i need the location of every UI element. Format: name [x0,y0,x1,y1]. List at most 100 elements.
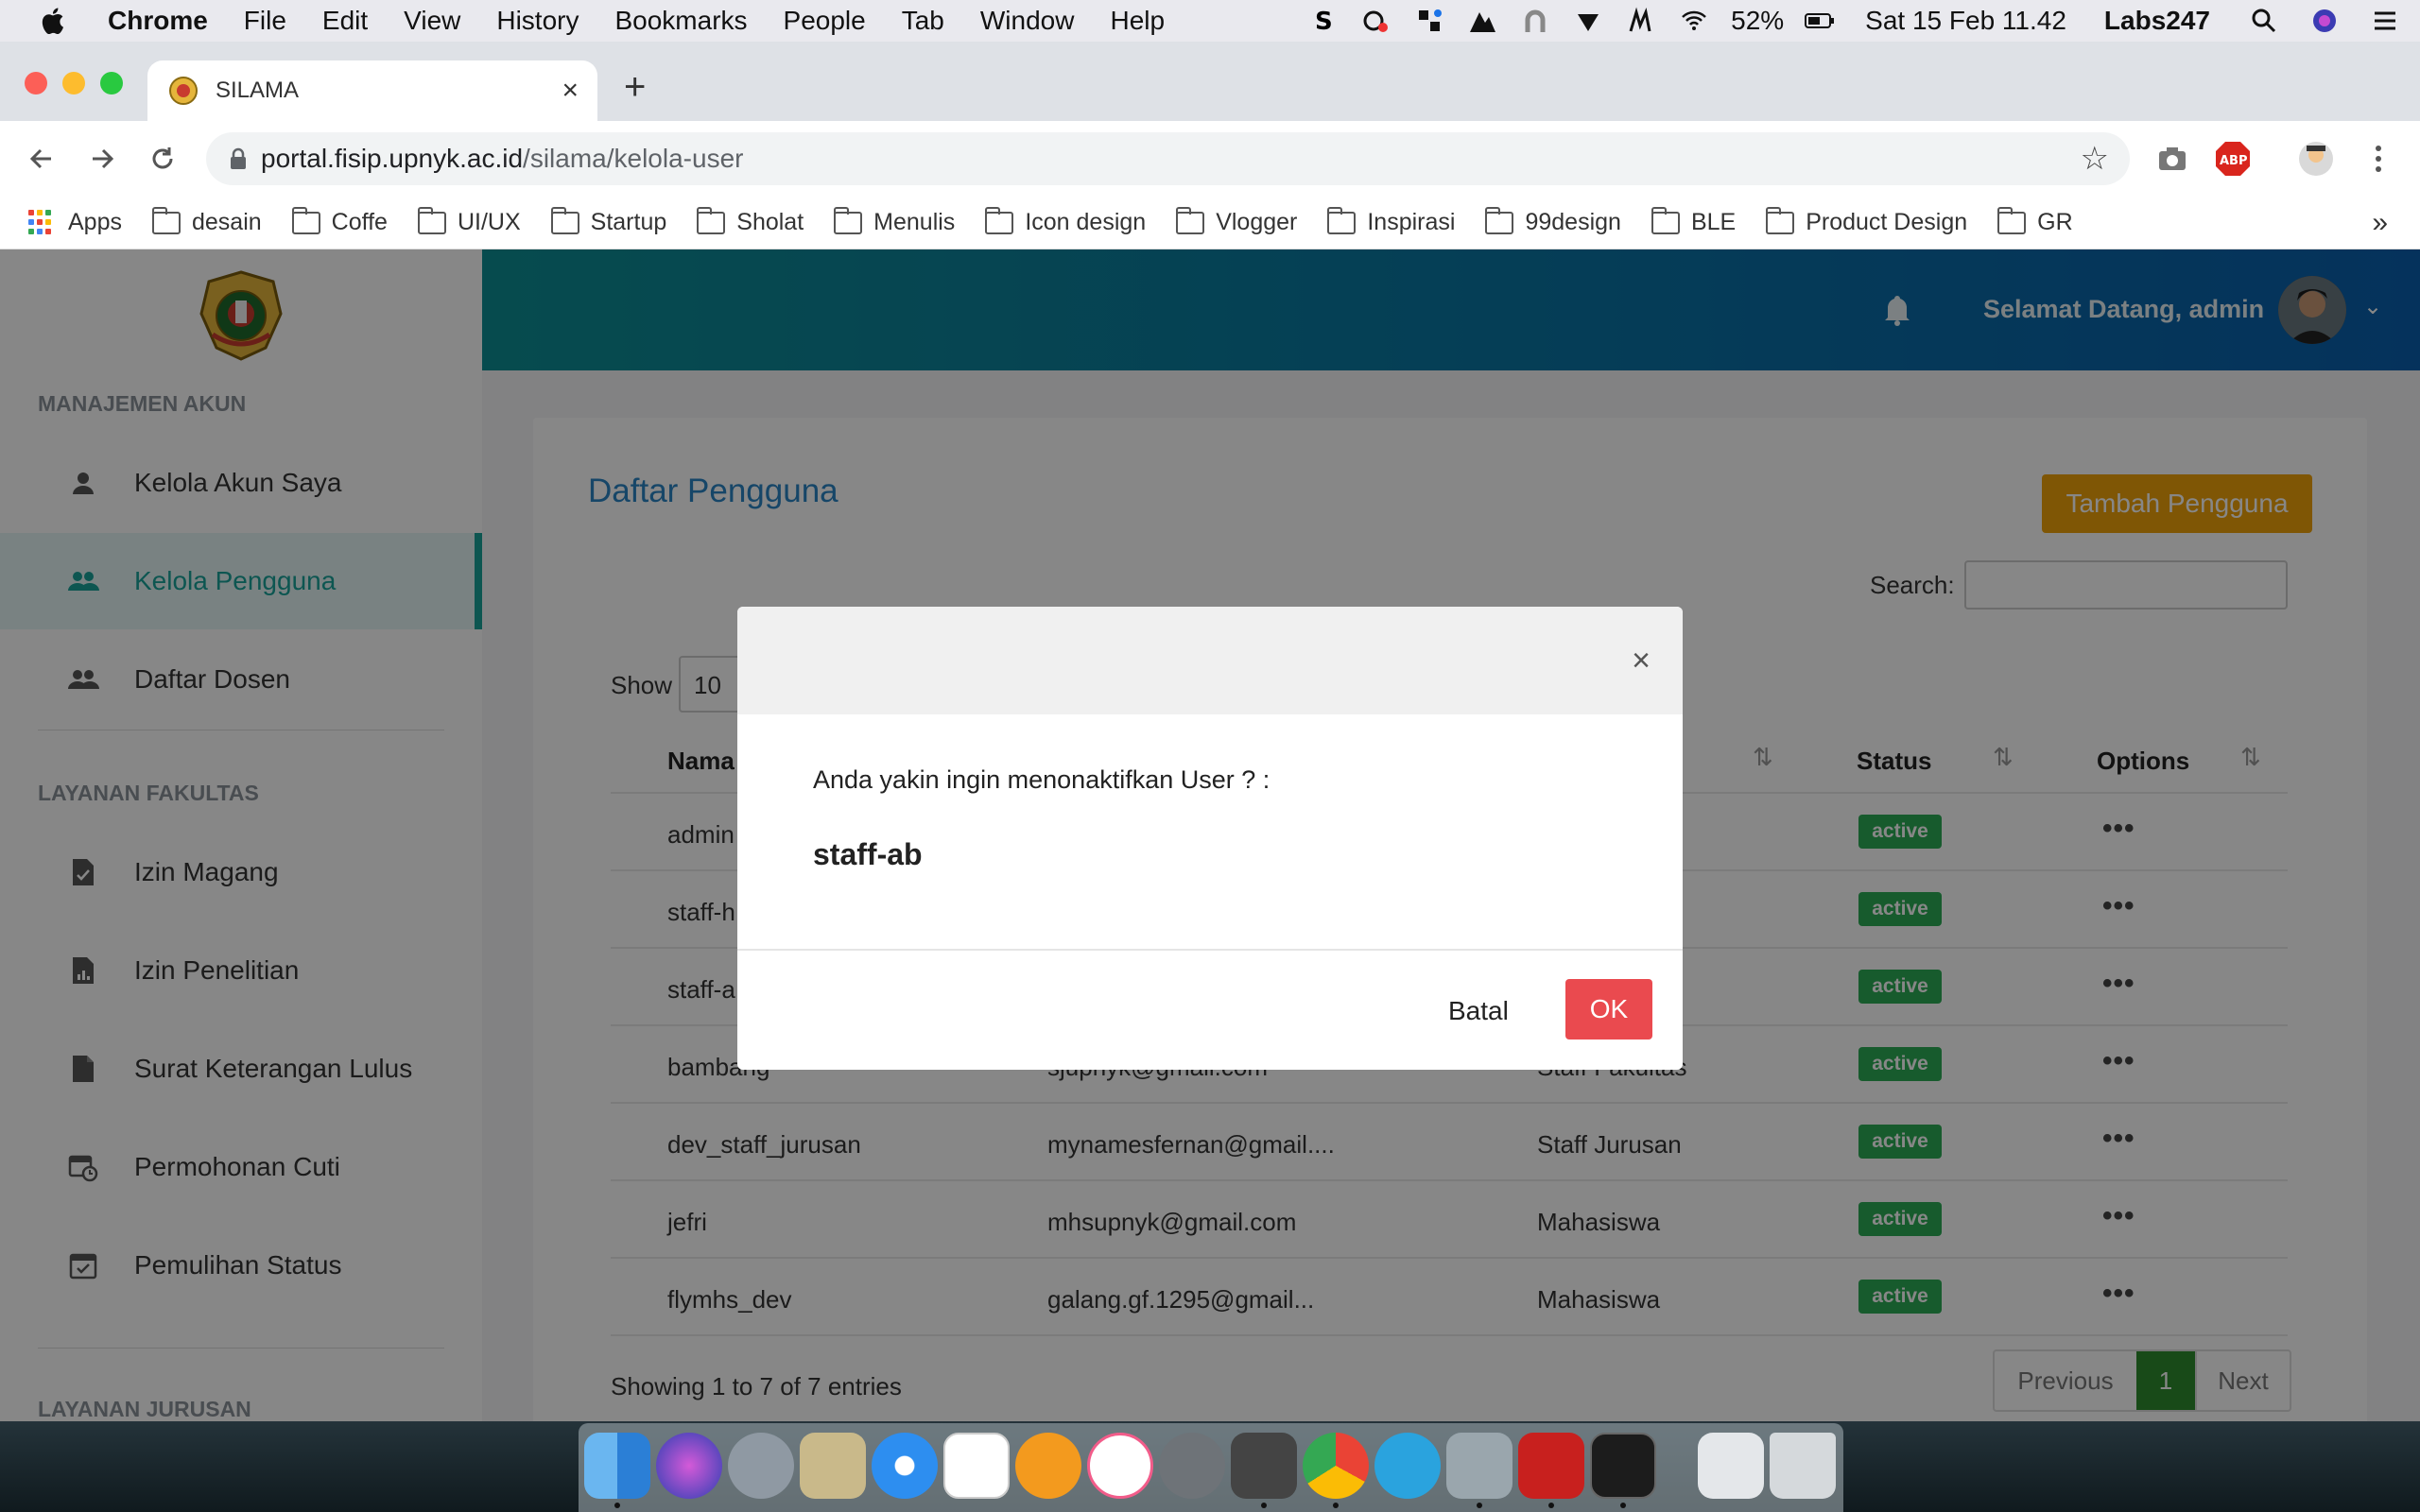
macos-menubar: Chrome File Edit View History Bookmarks … [0,0,2420,42]
url-path: /silama/kelola-user [523,144,744,173]
folder-icon [291,206,320,234]
siri-icon[interactable] [2308,7,2341,35]
finder-icon[interactable] [584,1433,650,1499]
back-arrow-icon[interactable] [21,138,62,180]
bookmark-apps[interactable]: Apps [28,209,122,236]
trash-icon[interactable] [1770,1433,1836,1499]
menu-file[interactable]: File [244,6,286,36]
url-host: portal.fisip.upnyk.ac.id [261,144,524,173]
menu-tab[interactable]: Tab [902,6,944,36]
bookmark-folder-ble[interactable]: BLE [1651,206,1736,236]
battery-icon[interactable] [1805,7,1837,35]
forward-arrow-icon[interactable] [81,138,123,180]
adblock-plus-icon[interactable]: ABP [2214,140,2252,178]
camera-extension-icon[interactable] [2153,140,2191,178]
dialog-username: staff-ab [813,837,923,871]
safari-icon[interactable] [872,1433,938,1499]
google-chrome-icon[interactable] [1303,1433,1369,1499]
bookmark-label: Coffe [331,209,388,235]
m-logo-icon[interactable] [1625,7,1657,35]
window-close-button[interactable] [25,72,47,94]
wifi-icon[interactable] [1678,7,1710,35]
bookmark-star-icon[interactable]: ☆ [2081,140,2109,178]
menu-help[interactable]: Help [1110,6,1165,36]
filezilla-icon[interactable] [1518,1433,1584,1499]
window-zoom-button[interactable] [100,72,123,94]
folder-icon [417,206,446,234]
documents-stack-icon[interactable] [1698,1433,1764,1499]
telegram-icon[interactable] [1374,1433,1441,1499]
close-icon[interactable]: × [1632,643,1651,679]
chrome-menu-icon[interactable] [2360,140,2397,178]
launchpad-icon[interactable] [728,1433,794,1499]
bookmark-label: Sholat [736,209,804,235]
bookmark-folder-coffe[interactable]: Coffe [291,206,388,236]
bookmark-label: Product Design [1806,209,1968,235]
dialog-message: Anda yakin ingin menonaktifkan User ? : [813,765,1270,794]
new-tab-button[interactable]: + [624,66,646,109]
folder-icon [697,206,726,234]
terminal-icon[interactable] [1590,1433,1656,1499]
reload-icon[interactable] [142,138,183,180]
folder-icon [1176,206,1205,234]
bookmark-label: GR [2037,209,2073,235]
bookmark-label: Vlogger [1216,209,1298,235]
apple-logo-icon[interactable] [38,5,70,37]
itunes-icon[interactable] [1087,1433,1153,1499]
running-indicator [1333,1503,1339,1508]
cancel-button[interactable]: Batal [1448,996,1509,1026]
skype-icon[interactable]: S [1307,7,1340,35]
notification-center-icon[interactable] [2369,7,2401,35]
menu-view[interactable]: View [404,6,460,36]
running-indicator [1548,1503,1554,1508]
bookmark-folder-sholat[interactable]: Sholat [697,206,804,236]
tab-close-icon[interactable]: × [562,75,579,107]
mountain-icon[interactable] [1466,7,1498,35]
menu-app-name[interactable]: Chrome [108,6,208,36]
running-indicator [1620,1503,1626,1508]
running-indicator [1477,1503,1482,1508]
menu-history[interactable]: History [496,6,579,36]
ok-button[interactable]: OK [1565,979,1652,1040]
bookmark-folder-gr[interactable]: GR [1997,206,2073,236]
system-preferences-icon[interactable] [1159,1433,1225,1499]
bookmark-folder-uiux[interactable]: UI/UX [417,206,521,236]
bookmark-folder-vlogger[interactable]: Vlogger [1176,206,1298,236]
bookmark-label: Startup [590,209,667,235]
bookmark-folder-product-design[interactable]: Product Design [1766,206,1968,236]
lock-icon[interactable] [229,147,248,170]
siri-icon[interactable] [656,1433,722,1499]
menu-people[interactable]: People [784,6,866,36]
menubar-user[interactable]: Labs247 [2104,6,2210,36]
bookmark-folder-99design[interactable]: 99design [1485,206,1621,236]
confirm-deactivate-dialog: × Anda yakin ingin menonaktifkan User ? … [737,607,1683,1070]
bookmark-folder-desain[interactable]: desain [151,206,262,236]
browser-tab-active[interactable]: SILAMA × [147,60,597,121]
calendar-icon[interactable] [943,1433,1010,1499]
bookmark-folder-startup[interactable]: Startup [550,206,667,236]
creative-cloud-icon[interactable] [1360,7,1392,35]
window-minimize-button[interactable] [62,72,85,94]
bookmark-folder-icon-design[interactable]: Icon design [985,206,1146,236]
dialog-footer-divider [737,949,1683,951]
status-tray: S 52% [1307,6,1837,36]
address-bar[interactable]: portal.fisip.upnyk.ac.id/silama/kelola-u… [206,132,2130,185]
spotlight-search-icon[interactable] [2248,7,2280,35]
profile-avatar-icon[interactable] [2297,140,2335,178]
menu-window[interactable]: Window [980,6,1075,36]
bookmark-folder-menulis[interactable]: Menulis [834,206,955,236]
dropbox-icon[interactable] [1413,7,1445,35]
folder-icon [550,206,579,234]
magnet-icon[interactable] [1519,7,1551,35]
bookmark-folder-inspirasi[interactable]: Inspirasi [1327,206,1455,236]
heart-shield-icon[interactable] [1572,7,1604,35]
preview-icon[interactable] [1446,1433,1512,1499]
sublime-text-icon[interactable] [1231,1433,1297,1499]
bookmarks-overflow-chevron-icon[interactable]: » [2372,207,2388,239]
menu-edit[interactable]: Edit [322,6,368,36]
menubar-clock[interactable]: Sat 15 Feb 11.42 [1865,6,2066,36]
menu-bookmarks[interactable]: Bookmarks [614,6,747,36]
mail-stamp-icon[interactable] [800,1433,866,1499]
folder-icon [985,206,1014,234]
books-icon[interactable] [1015,1433,1081,1499]
